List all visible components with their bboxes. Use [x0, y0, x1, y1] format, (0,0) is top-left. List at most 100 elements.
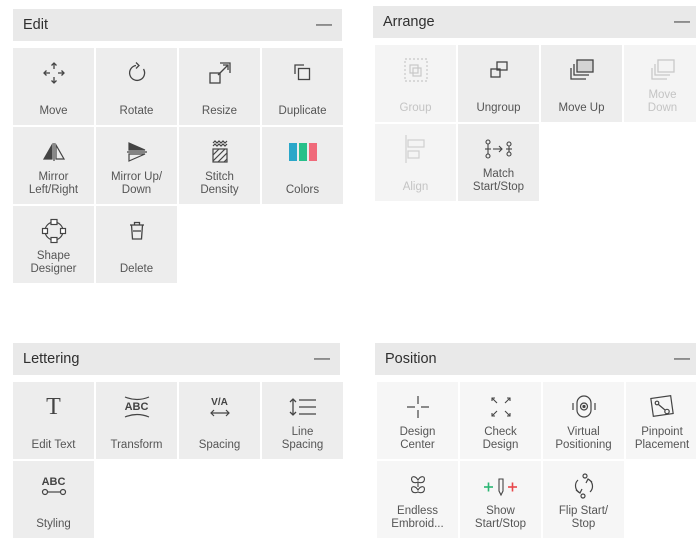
line-spacing-button[interactable]: Line Spacing	[262, 382, 343, 459]
match-start-stop-label: Match Start/Stop	[472, 168, 525, 193]
transform-label: Transform	[110, 439, 163, 451]
move-down-icon	[649, 55, 677, 85]
move-icon	[41, 58, 67, 88]
duplicate-button[interactable]: Duplicate	[262, 48, 343, 125]
delete-label: Delete	[119, 263, 154, 275]
move-up-label: Move Up	[558, 102, 605, 114]
position-panel-header[interactable]: Position —	[375, 343, 696, 375]
stitch-density-icon	[207, 137, 233, 167]
resize-label: Resize	[201, 105, 238, 117]
mirror-left-right-button[interactable]: Mirror Left/Right	[13, 127, 94, 204]
styling-button[interactable]: ABC Styling	[13, 461, 94, 538]
rotate-button[interactable]: Rotate	[96, 48, 177, 125]
check-design-label: Check Design	[482, 426, 519, 451]
move-up-button[interactable]: Move Up	[541, 45, 622, 122]
delete-button[interactable]: Delete	[96, 206, 177, 283]
line-spacing-icon	[288, 392, 318, 422]
colors-icon	[288, 137, 318, 167]
endless-embroidery-label: Endless Embroid...	[391, 505, 444, 530]
group-label: Group	[399, 102, 432, 114]
stitch-density-button[interactable]: Stitch Density	[179, 127, 260, 204]
move-down-button[interactable]: Move Down	[624, 45, 696, 122]
show-start-stop-icon	[481, 471, 521, 501]
flip-start-stop-icon	[570, 471, 598, 501]
endless-embroidery-button[interactable]: Endless Embroid...	[377, 461, 458, 538]
edit-text-button[interactable]: T Edit Text	[13, 382, 94, 459]
position-collapse-button[interactable]: —	[674, 351, 690, 367]
transform-button[interactable]: ABC Transform	[96, 382, 177, 459]
shape-designer-icon	[40, 216, 68, 246]
position-panel: Position —	[375, 343, 696, 375]
lettering-panel-title: Lettering	[23, 351, 80, 367]
check-design-button[interactable]: Check Design	[460, 382, 541, 459]
edit-text-label: Edit Text	[31, 439, 76, 451]
pinpoint-placement-icon	[648, 392, 676, 422]
mirror-left-right-icon	[41, 137, 67, 167]
resize-icon	[207, 58, 233, 88]
colors-button[interactable]: Colors	[262, 127, 343, 204]
ungroup-button[interactable]: Ungroup	[458, 45, 539, 122]
mirror-up-down-button[interactable]: Mirror Up/ Down	[96, 127, 177, 204]
arrange-panel: Arrange —	[373, 6, 696, 38]
group-icon	[402, 55, 430, 85]
design-center-button[interactable]: Design Center	[377, 382, 458, 459]
mirror-up-down-icon	[124, 137, 150, 167]
duplicate-label: Duplicate	[278, 105, 327, 117]
edit-collapse-button[interactable]: —	[316, 17, 332, 33]
shape-designer-button[interactable]: Shape Designer	[13, 206, 94, 283]
group-button[interactable]: Group	[375, 45, 456, 122]
align-button[interactable]: Align	[375, 124, 456, 201]
spacing-button[interactable]: V/A Spacing	[179, 382, 260, 459]
transform-icon: ABC	[123, 392, 151, 422]
position-panel-title: Position	[385, 351, 437, 367]
arrange-panel-title: Arrange	[383, 14, 435, 30]
duplicate-icon	[290, 58, 316, 88]
pinpoint-placement-button[interactable]: Pinpoint Placement	[626, 382, 696, 459]
styling-label: Styling	[36, 518, 71, 530]
shape-designer-label: Shape Designer	[30, 250, 77, 275]
edit-tool-grid: Move Rotate Resize Duplicate Mirror Left…	[13, 48, 343, 283]
edit-panel: Edit —	[13, 9, 342, 41]
arrange-panel-header[interactable]: Arrange —	[373, 6, 696, 38]
virtual-positioning-button[interactable]: Virtual Positioning	[543, 382, 624, 459]
move-label: Move	[39, 105, 68, 117]
lettering-tool-grid: T Edit Text ABC Transform V/A Spacing Li…	[13, 382, 343, 538]
ungroup-label: Ungroup	[476, 102, 521, 114]
stitch-density-label: Stitch Density	[200, 171, 239, 196]
align-icon	[402, 134, 430, 164]
lettering-panel: Lettering —	[13, 343, 340, 375]
design-center-icon	[404, 392, 432, 422]
endless-embroidery-icon	[406, 471, 430, 501]
move-up-icon	[568, 55, 596, 85]
rotate-icon	[124, 58, 150, 88]
move-down-label: Move Down	[647, 89, 678, 114]
line-spacing-label: Line Spacing	[281, 426, 324, 451]
colors-label: Colors	[285, 184, 320, 196]
show-start-stop-button[interactable]: Show Start/Stop	[460, 461, 541, 538]
flip-start-stop-button[interactable]: Flip Start/ Stop	[543, 461, 624, 538]
rotate-label: Rotate	[119, 105, 154, 117]
lettering-panel-header[interactable]: Lettering —	[13, 343, 340, 375]
virtual-positioning-label: Virtual Positioning	[555, 426, 612, 451]
flip-start-stop-label: Flip Start/ Stop	[558, 505, 609, 530]
virtual-positioning-icon	[570, 392, 598, 422]
text-icon: T	[46, 393, 61, 420]
edit-panel-title: Edit	[23, 17, 48, 33]
edit-panel-header[interactable]: Edit —	[13, 9, 342, 41]
align-label: Align	[402, 181, 429, 193]
design-center-label: Design Center	[399, 426, 436, 451]
arrange-tool-grid: Group Ungroup Move Up Move Down Align Ma…	[375, 45, 696, 201]
mirror-left-right-label: Mirror Left/Right	[28, 171, 79, 196]
pinpoint-placement-label: Pinpoint Placement	[634, 426, 690, 451]
lettering-collapse-button[interactable]: —	[314, 351, 330, 367]
arrange-collapse-button[interactable]: —	[674, 14, 690, 30]
styling-icon: ABC	[41, 471, 67, 501]
mirror-up-down-label: Mirror Up/ Down	[110, 171, 163, 196]
resize-button[interactable]: Resize	[179, 48, 260, 125]
move-button[interactable]: Move	[13, 48, 94, 125]
match-start-stop-button[interactable]: Match Start/Stop	[458, 124, 539, 201]
ungroup-icon	[486, 55, 512, 85]
position-tool-grid: Design Center Check Design Virtual Posit…	[377, 382, 696, 538]
check-design-icon	[487, 392, 515, 422]
spacing-label: Spacing	[198, 439, 241, 451]
